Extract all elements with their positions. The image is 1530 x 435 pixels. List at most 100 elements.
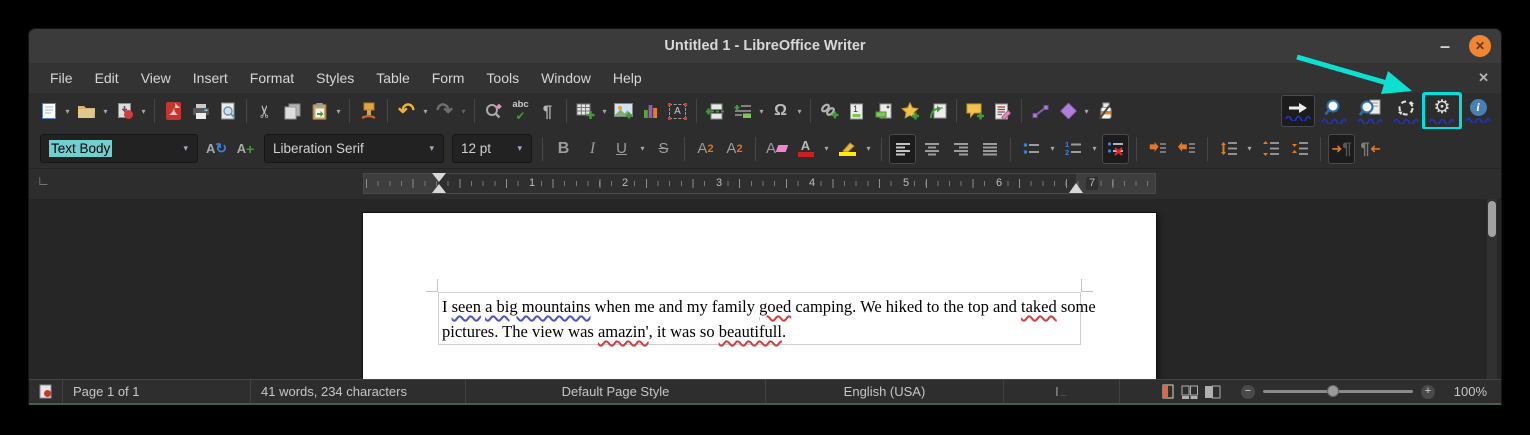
insert-text-box-button[interactable]: A bbox=[664, 96, 691, 126]
highlight-color-dropdown[interactable]: ▾ bbox=[863, 144, 874, 153]
new-document-dropdown[interactable]: ▾ bbox=[62, 107, 73, 116]
zoom-in-button[interactable]: + bbox=[1421, 384, 1435, 399]
lt-autocheck-button[interactable] bbox=[1281, 95, 1315, 127]
menu-tools[interactable]: Tools bbox=[475, 66, 530, 90]
book-view-icon[interactable] bbox=[1204, 384, 1221, 399]
menu-edit[interactable]: Edit bbox=[84, 66, 130, 90]
document-page[interactable]: I seen a big mountains when me and my fa… bbox=[363, 213, 1156, 382]
lt-refresh-button[interactable] bbox=[1389, 95, 1423, 127]
page-style-status[interactable]: Default Page Style bbox=[466, 380, 766, 403]
paragraph-style-dropdown[interactable]: ▾ bbox=[178, 143, 193, 154]
menu-window[interactable]: Window bbox=[530, 66, 602, 90]
undo-dropdown[interactable]: ▾ bbox=[420, 107, 431, 116]
insert-endnote-button[interactable] bbox=[870, 96, 897, 126]
paste-button[interactable] bbox=[306, 96, 333, 126]
find-replace-button[interactable] bbox=[480, 96, 507, 126]
font-name-dropdown[interactable]: ▾ bbox=[424, 143, 439, 154]
new-style-button[interactable]: A + bbox=[232, 134, 259, 164]
subscript-button[interactable]: A2 bbox=[721, 134, 748, 164]
font-size-combo[interactable]: 12 pt ▾ bbox=[452, 134, 532, 163]
language-status[interactable]: English (USA) bbox=[766, 380, 1004, 403]
insert-field-dropdown[interactable]: ▾ bbox=[756, 107, 767, 116]
print-preview-button[interactable] bbox=[214, 96, 241, 126]
word-count-status[interactable]: 41 words, 234 characters bbox=[251, 380, 466, 403]
multi-page-view-icon[interactable] bbox=[1181, 384, 1198, 399]
lt-about-button[interactable]: i bbox=[1461, 95, 1495, 127]
page-count-status[interactable]: Page 1 of 1 bbox=[63, 380, 251, 403]
save-button[interactable] bbox=[111, 96, 138, 126]
insert-table-button[interactable] bbox=[572, 96, 599, 126]
special-character-dropdown[interactable]: ▾ bbox=[794, 107, 805, 116]
document-area[interactable]: I seen a big mountains when me and my fa… bbox=[29, 199, 1501, 382]
lt-check-document-button[interactable] bbox=[1353, 95, 1387, 127]
zoom-level[interactable]: 100% bbox=[1445, 384, 1501, 399]
redo-button[interactable]: ↷ bbox=[431, 96, 458, 126]
lt-check-text-button[interactable] bbox=[1317, 95, 1351, 127]
horizontal-ruler[interactable]: 1 2 3 4 5 6 7 bbox=[363, 173, 1156, 194]
special-character-button[interactable]: Ω bbox=[767, 96, 794, 126]
insert-table-dropdown[interactable]: ▾ bbox=[599, 107, 610, 116]
menu-format[interactable]: Format bbox=[239, 66, 305, 90]
indent-marker-left[interactable] bbox=[432, 173, 446, 193]
menu-view[interactable]: View bbox=[130, 66, 182, 90]
show-draw-functions-button[interactable] bbox=[1092, 96, 1119, 126]
insert-image-button[interactable] bbox=[610, 96, 637, 126]
insert-footnote-button[interactable]: 1 bbox=[843, 96, 870, 126]
paste-dropdown[interactable]: ▾ bbox=[333, 107, 344, 116]
open-button[interactable] bbox=[73, 96, 100, 126]
formatting-marks-button[interactable]: ¶ bbox=[534, 96, 561, 126]
menu-table[interactable]: Table bbox=[365, 66, 420, 90]
ordered-list-dropdown[interactable]: ▾ bbox=[1089, 144, 1100, 153]
increase-indent-button[interactable] bbox=[1144, 134, 1171, 164]
decrease-paragraph-spacing-button[interactable] bbox=[1286, 134, 1313, 164]
indent-marker-right[interactable] bbox=[1069, 183, 1083, 193]
menu-help[interactable]: Help bbox=[602, 66, 653, 90]
insert-mode-status[interactable]: I ﹍ bbox=[1004, 380, 1120, 403]
underline-button[interactable]: U bbox=[608, 134, 635, 164]
zoom-slider-handle[interactable] bbox=[1327, 385, 1339, 397]
track-changes-button[interactable] bbox=[989, 96, 1016, 126]
clear-formatting-button[interactable]: A bbox=[763, 134, 790, 164]
cut-button[interactable]: ✂ bbox=[252, 96, 279, 126]
single-page-view-icon[interactable] bbox=[1162, 384, 1175, 399]
insert-hyperlink-button[interactable] bbox=[816, 96, 843, 126]
unordered-list-dropdown[interactable]: ▾ bbox=[1047, 144, 1058, 153]
justify-button[interactable] bbox=[976, 134, 1003, 164]
zoom-slider[interactable] bbox=[1263, 385, 1413, 397]
strikethrough-button[interactable]: S bbox=[650, 134, 677, 164]
close-document-icon[interactable]: ✕ bbox=[1478, 70, 1489, 86]
unordered-list-button[interactable] bbox=[1018, 134, 1045, 164]
open-dropdown[interactable]: ▾ bbox=[100, 107, 111, 116]
decrease-indent-button[interactable] bbox=[1173, 134, 1200, 164]
redo-dropdown[interactable]: ▾ bbox=[458, 107, 469, 116]
new-document-button[interactable] bbox=[35, 96, 62, 126]
insert-line-button[interactable] bbox=[1027, 96, 1054, 126]
insert-cross-reference-button[interactable] bbox=[924, 96, 951, 126]
paragraph-style-combo[interactable]: Text Body ▾ bbox=[40, 134, 198, 163]
increase-paragraph-spacing-button[interactable] bbox=[1257, 134, 1284, 164]
right-to-left-button[interactable]: ¶ ➜ bbox=[1357, 134, 1384, 164]
menu-form[interactable]: Form bbox=[421, 66, 476, 90]
spelling-button[interactable]: abc ✔ bbox=[507, 96, 534, 126]
copy-button[interactable] bbox=[279, 96, 306, 126]
close-button[interactable]: ✕ bbox=[1469, 35, 1491, 57]
insert-comment-button[interactable] bbox=[962, 96, 989, 126]
font-size-dropdown[interactable]: ▾ bbox=[512, 143, 527, 154]
minimize-button[interactable]: – bbox=[1435, 36, 1455, 57]
insert-field-button[interactable] bbox=[729, 96, 756, 126]
highlight-color-button[interactable] bbox=[834, 134, 861, 164]
font-name-combo[interactable]: Liberation Serif ▾ bbox=[264, 134, 444, 163]
line-spacing-dropdown[interactable]: ▾ bbox=[1244, 144, 1255, 153]
undo-button[interactable]: ↶ bbox=[393, 96, 420, 126]
underline-dropdown[interactable]: ▾ bbox=[637, 144, 648, 153]
menu-file[interactable]: File bbox=[39, 66, 84, 90]
menu-styles[interactable]: Styles bbox=[305, 66, 365, 90]
italic-button[interactable]: I bbox=[579, 134, 606, 164]
ordered-list-button[interactable]: 12 bbox=[1060, 134, 1087, 164]
insert-bookmark-button[interactable] bbox=[897, 96, 924, 126]
font-color-dropdown[interactable]: ▾ bbox=[821, 144, 832, 153]
menu-insert[interactable]: Insert bbox=[182, 66, 239, 90]
lt-settings-button[interactable]: ⚙ bbox=[1425, 95, 1459, 127]
vertical-scrollbar[interactable] bbox=[1487, 199, 1497, 382]
bold-button[interactable]: B bbox=[550, 134, 577, 164]
